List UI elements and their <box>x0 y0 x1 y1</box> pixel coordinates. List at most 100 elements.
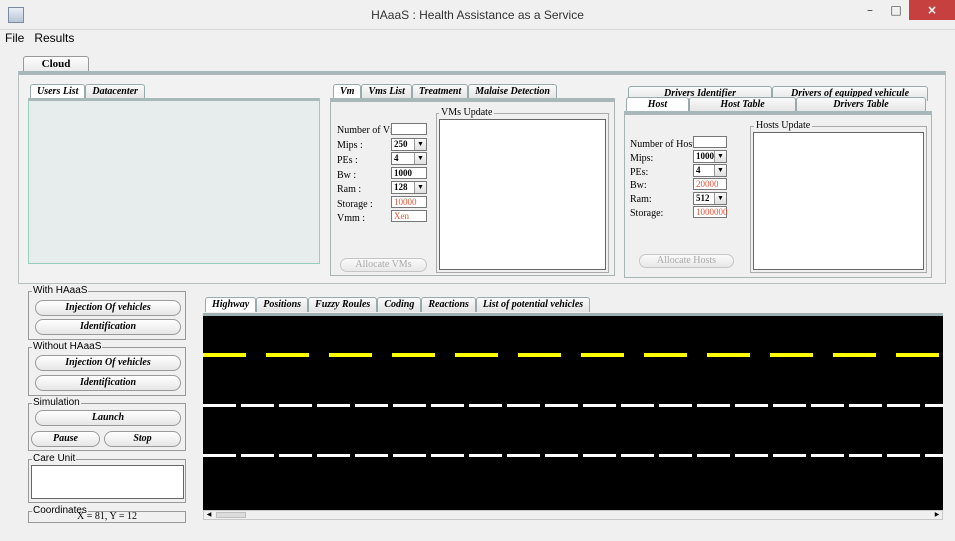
host-ram-select[interactable]: 512 ▼ <box>693 192 727 205</box>
hosts-update-area[interactable] <box>753 132 924 270</box>
lane-line-dash <box>659 454 692 457</box>
tab-users-list[interactable]: Users List <box>30 84 86 99</box>
center-line-dash <box>455 353 498 357</box>
lane-line-dash <box>735 454 768 457</box>
lane-line-dash <box>735 404 768 407</box>
lane-line-dash <box>507 454 540 457</box>
hosts-update-title: Hosts Update <box>754 120 813 131</box>
lane-line-dash <box>393 404 426 407</box>
lane-line-dash <box>583 454 616 457</box>
center-line-dash <box>644 353 687 357</box>
lane-line-dash <box>583 404 616 407</box>
allocate-vms-button[interactable]: Allocate VMs <box>340 258 427 272</box>
without-injection-button[interactable]: Injection Of vehicles <box>35 355 181 371</box>
chevron-down-icon[interactable]: ▼ <box>714 193 726 204</box>
tab-malaise-detection[interactable]: Malaise Detection <box>468 84 557 99</box>
lane-line-dash <box>849 404 882 407</box>
highway-canvas[interactable] <box>203 313 943 510</box>
host-tabs-row2: Host Host Table Drivers Table <box>626 97 926 112</box>
host-ram-label: Ram: <box>630 194 652 205</box>
tab-coding[interactable]: Coding <box>377 297 422 312</box>
lane-line-dash <box>887 404 920 407</box>
scroll-left-icon[interactable]: ◀ <box>204 511 214 519</box>
lane-line-dash <box>697 454 730 457</box>
allocate-hosts-button[interactable]: Allocate Hosts <box>639 254 734 268</box>
tab-treatment[interactable]: Treatment <box>411 84 469 99</box>
tab-positions[interactable]: Positions <box>256 297 309 312</box>
lane-line-dash <box>811 454 844 457</box>
vm-number-field[interactable] <box>391 123 427 135</box>
pause-button[interactable]: Pause <box>31 431 100 447</box>
without-identification-button[interactable]: Identification <box>35 375 181 391</box>
lane-line-dash <box>507 404 540 407</box>
tab-datacenter[interactable]: Datacenter <box>85 84 145 99</box>
lane-line-dash <box>317 454 350 457</box>
vm-bw-label: Bw : <box>337 170 357 181</box>
launch-button[interactable]: Launch <box>35 410 181 426</box>
minimize-button[interactable]: – <box>857 0 883 20</box>
host-storage-field[interactable]: 1000000 <box>693 206 728 218</box>
host-mips-label: Mips: <box>630 153 654 164</box>
lane-line-dash <box>773 454 806 457</box>
care-unit-title: Care Unit <box>32 453 77 464</box>
menu-bar: File Results <box>0 30 79 46</box>
vm-bw-field[interactable]: 1000 <box>391 167 427 179</box>
close-button[interactable]: × <box>909 0 955 20</box>
center-line-dash <box>896 353 939 357</box>
tab-vm[interactable]: Vm <box>333 84 362 99</box>
tab-vms-list[interactable]: Vms List <box>361 84 412 99</box>
lane-line-dash <box>811 404 844 407</box>
scroll-thumb[interactable] <box>216 512 246 518</box>
chevron-down-icon[interactable]: ▼ <box>414 153 426 164</box>
tab-cloud-settings[interactable]: Cloud Settings <box>23 56 89 84</box>
maximize-button[interactable]: □ <box>883 0 909 20</box>
without-haaas-title: Without HAaaS <box>32 341 103 352</box>
host-number-field[interactable] <box>693 136 727 148</box>
lane-line-dash <box>355 404 388 407</box>
tab-reactions[interactable]: Reactions <box>421 297 476 312</box>
menu-results[interactable]: Results <box>29 30 79 46</box>
vms-update-title: VMs Update <box>439 107 495 118</box>
menu-file[interactable]: File <box>0 30 29 46</box>
users-list-area[interactable] <box>28 98 320 264</box>
horizontal-scrollbar[interactable]: ◀ ▶ <box>203 510 943 520</box>
lane-line-dash <box>925 454 943 457</box>
host-mips-select[interactable]: 1000 ▼ <box>693 150 727 163</box>
vm-vmm-field[interactable]: Xen <box>391 210 427 222</box>
host-mips-value: 1000 <box>696 151 714 161</box>
vm-mips-label: Mips : <box>337 140 363 151</box>
host-bw-field[interactable]: 20000 <box>693 178 727 190</box>
with-injection-button[interactable]: Injection Of vehicles <box>35 300 181 316</box>
with-haaas-title: With HAaaS <box>32 285 89 296</box>
tab-host-table[interactable]: Host Table <box>689 97 796 112</box>
scroll-right-icon[interactable]: ▶ <box>932 511 942 519</box>
vm-storage-field[interactable]: 10000 <box>391 196 427 208</box>
with-identification-button[interactable]: Identification <box>35 319 181 335</box>
tab-potential-vehicles[interactable]: List of potential vehicles <box>475 297 591 312</box>
stop-button[interactable]: Stop <box>104 431 181 447</box>
vm-ram-select[interactable]: 128 ▼ <box>391 181 427 194</box>
chevron-down-icon[interactable]: ▼ <box>714 165 726 176</box>
vms-update-area[interactable] <box>439 119 606 270</box>
chevron-down-icon[interactable]: ▼ <box>414 139 426 150</box>
lane-line-dash <box>241 454 274 457</box>
lane-line-dash <box>279 404 312 407</box>
tab-highway[interactable]: Highway <box>205 297 257 312</box>
host-ram-value: 512 <box>696 193 710 203</box>
vm-mips-select[interactable]: 250 ▼ <box>391 138 427 151</box>
host-pes-select[interactable]: 4 ▼ <box>693 164 727 177</box>
vm-pes-value: 4 <box>394 153 399 163</box>
simulation-title: Simulation <box>32 397 81 408</box>
chevron-down-icon[interactable]: ▼ <box>414 182 426 193</box>
care-unit-area[interactable] <box>31 465 184 499</box>
tab-host[interactable]: Host <box>626 97 689 112</box>
lane-line-dash <box>469 404 502 407</box>
vm-vmm-label: Vmm : <box>337 213 366 224</box>
lane-line-dash <box>431 404 464 407</box>
vm-pes-select[interactable]: 4 ▼ <box>391 152 427 165</box>
lane-line-dash <box>621 454 654 457</box>
chevron-down-icon[interactable]: ▼ <box>714 151 726 162</box>
tab-fuzzy-roules[interactable]: Fuzzy Roules <box>308 297 378 312</box>
tab-drivers-table[interactable]: Drivers Table <box>796 97 926 112</box>
lane-line-dash <box>773 404 806 407</box>
